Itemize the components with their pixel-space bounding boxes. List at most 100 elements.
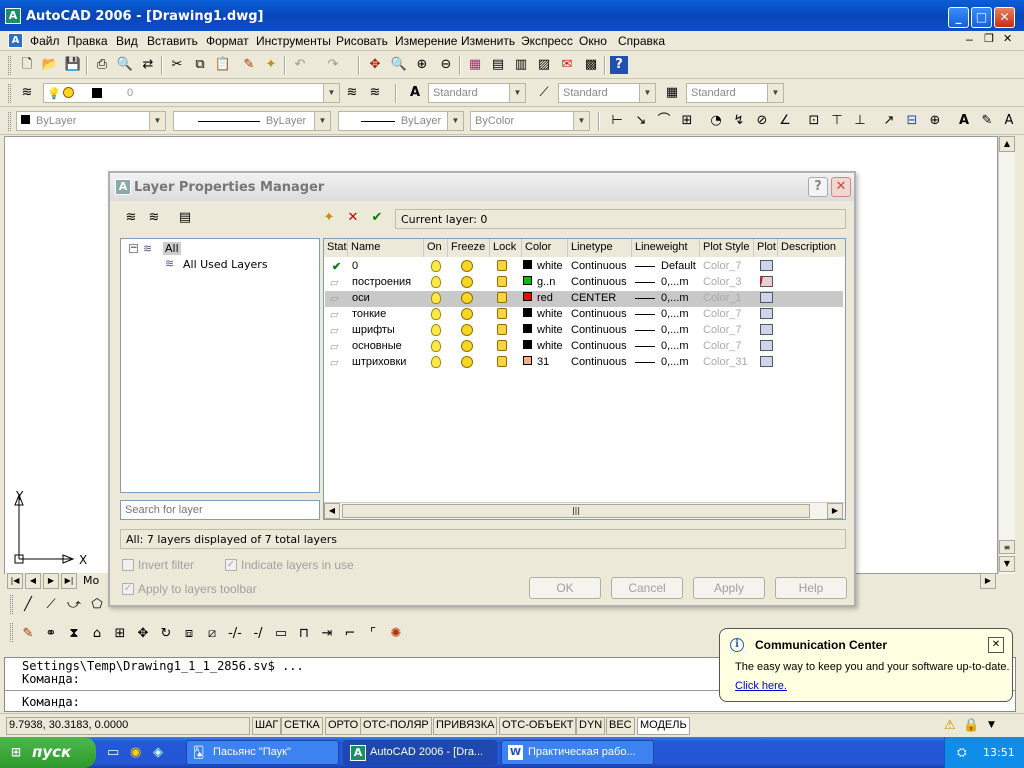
quick-dim-icon[interactable]: ⊡ <box>805 112 823 130</box>
layer-list-hscroll[interactable]: ◀ ||| ▶ <box>324 502 845 519</box>
start-button[interactable]: ⊞ пуск <box>0 737 96 768</box>
move-icon[interactable]: ✥ <box>134 625 152 643</box>
menu-window[interactable]: Окно <box>579 34 607 48</box>
comm-center-icon[interactable]: ⚠ <box>944 718 956 733</box>
open-file-icon[interactable]: 📂 <box>41 56 59 74</box>
layer-color[interactable]: white <box>537 340 563 352</box>
layer-linetype[interactable]: CENTER <box>571 292 616 304</box>
toolbar-grip[interactable] <box>8 56 11 75</box>
grid-toggle[interactable]: СЕТКА <box>281 717 323 735</box>
layer-linetype[interactable]: Continuous <box>571 356 627 368</box>
new-property-filter-icon[interactable]: ≋ <box>122 209 140 227</box>
continue-icon[interactable]: ⊥ <box>851 112 869 130</box>
first-tab-button[interactable]: |◀ <box>7 573 23 589</box>
block-editor-icon[interactable]: ✦ <box>262 56 280 74</box>
color-combo[interactable]: ByLayer ▼ <box>16 111 166 131</box>
col-linetype[interactable]: Linetype <box>568 239 632 257</box>
dialog-help-button[interactable]: ? <box>808 177 828 197</box>
polygon-icon[interactable]: ⬠ <box>88 596 106 614</box>
cut-icon[interactable]: ✂ <box>168 56 186 74</box>
layer-name[interactable]: штриховки <box>352 356 406 368</box>
table-style-icon[interactable]: ▦ <box>663 84 681 102</box>
scroll-thumb[interactable]: ≡ <box>999 540 1015 554</box>
lock-toolbar-icon[interactable]: 🔒 <box>963 718 979 733</box>
freeze-sun-icon[interactable] <box>461 324 473 336</box>
join-icon[interactable]: ⇥ <box>318 625 336 643</box>
maximize-button[interactable]: □ <box>971 7 992 28</box>
linetype-combo[interactable]: ByLayer ▼ <box>173 111 331 131</box>
command-prompt[interactable]: Команда: <box>22 695 80 709</box>
angular-icon[interactable]: ∠ <box>776 112 794 130</box>
dim-style-combo[interactable]: Standard ▼ <box>558 83 656 103</box>
ortho-toggle[interactable]: ОРТО <box>325 717 362 735</box>
dim-edit-icon[interactable]: A <box>955 112 973 130</box>
help-button[interactable]: Help <box>775 577 847 599</box>
break-icon[interactable]: ⊓ <box>295 625 313 643</box>
layer-color[interactable]: g..n <box>537 276 555 288</box>
new-file-icon[interactable]: 🗋 <box>18 56 36 74</box>
coordinates-display[interactable]: 9.7938, 30.3183, 0.0000 <box>6 717 250 735</box>
balloon-link[interactable]: Click here. <box>735 680 787 692</box>
layer-name[interactable]: основные <box>352 340 402 352</box>
zoom-previous-icon[interactable]: ⊖ <box>437 56 455 74</box>
color-swatch-icon[interactable] <box>523 308 532 317</box>
center-mark-icon[interactable]: ⊕ <box>926 112 944 130</box>
unlock-icon[interactable] <box>497 292 507 303</box>
invert-filter-checkbox[interactable] <box>122 559 134 571</box>
menu-dimension[interactable]: Измерение <box>395 34 457 48</box>
polar-toggle[interactable]: ОТС-ПОЛЯР <box>360 717 432 735</box>
dialog-titlebar[interactable]: A Layer Properties Manager ? ✕ <box>110 173 854 201</box>
rotate-icon[interactable]: ↻ <box>157 625 175 643</box>
unlock-icon[interactable] <box>497 356 507 367</box>
xline-icon[interactable]: ⟋ <box>42 596 60 614</box>
color-swatch-icon[interactable] <box>523 340 532 349</box>
trim-icon[interactable]: -/- <box>226 625 244 643</box>
layer-row[interactable]: ⏥ построения g..n Continuous 0,...m Color_3 / <box>325 275 843 291</box>
layer-combo[interactable]: 💡 0 ▼ <box>43 83 340 103</box>
scale-icon[interactable]: ⧈ <box>180 625 198 643</box>
col-name[interactable]: Name <box>348 239 424 257</box>
on-bulb-icon[interactable] <box>431 356 441 368</box>
publish-icon[interactable]: ⇄ <box>139 56 157 74</box>
layer-name[interactable]: шрифты <box>352 324 395 336</box>
properties-icon[interactable]: ▦ <box>466 56 484 74</box>
copy-icon[interactable]: ⧉ <box>191 56 209 74</box>
document-icon[interactable]: A <box>8 33 23 48</box>
cancel-button[interactable]: Cancel <box>611 577 683 599</box>
aligned-dim-icon[interactable]: ↘ <box>632 112 650 130</box>
layer-linetype[interactable]: Continuous <box>571 276 627 288</box>
menu-express[interactable]: Экспресс <box>521 34 573 48</box>
toolbar-grip[interactable] <box>8 84 11 103</box>
delete-layer-icon[interactable]: ✕ <box>344 209 362 227</box>
on-bulb-icon[interactable] <box>431 340 441 352</box>
col-status[interactable]: Stat <box>324 239 348 257</box>
toolbar-grip[interactable] <box>8 112 11 131</box>
freeze-sun-icon[interactable] <box>461 260 473 272</box>
arc-length-icon[interactable]: ⌒ <box>655 112 673 130</box>
erase-icon[interactable]: ✎ <box>19 625 37 643</box>
layer-lineweight[interactable]: Default <box>661 260 696 272</box>
dialog-close-button[interactable]: ✕ <box>831 177 851 197</box>
menu-modify[interactable]: Изменить <box>461 34 515 48</box>
pan-icon[interactable]: ✥ <box>366 56 384 74</box>
paste-icon[interactable]: 📋 <box>214 56 232 74</box>
baseline-icon[interactable]: ⊤ <box>828 112 846 130</box>
offset-icon[interactable]: ⌂ <box>88 625 106 643</box>
language-icon[interactable]: ⛭ <box>957 745 967 760</box>
chevron-down-icon[interactable]: ▼ <box>314 112 330 130</box>
doc-restore-button[interactable]: ❐ <box>984 32 994 45</box>
scroll-down-button[interactable]: ▼ <box>999 556 1015 572</box>
extend-icon[interactable]: -/ <box>249 625 267 643</box>
menu-tools[interactable]: Инструменты <box>256 34 331 48</box>
printer-icon[interactable] <box>760 292 773 303</box>
layer-lineweight[interactable]: 0,...m <box>661 276 689 288</box>
ok-button[interactable]: OK <box>529 577 601 599</box>
layer-lineweight[interactable]: 0,...m <box>661 324 689 336</box>
leader-icon[interactable]: ↗ <box>880 112 898 130</box>
layer-list[interactable]: Stat Name On Freeze Lock Color Linetype … <box>323 238 846 520</box>
dim-text-edit-icon[interactable]: ✎ <box>978 112 996 130</box>
next-tab-button[interactable]: ▶ <box>43 573 59 589</box>
color-swatch-icon[interactable] <box>523 276 532 285</box>
layer-color[interactable]: 31 <box>537 356 549 368</box>
markup-icon[interactable]: ✉ <box>558 56 576 74</box>
